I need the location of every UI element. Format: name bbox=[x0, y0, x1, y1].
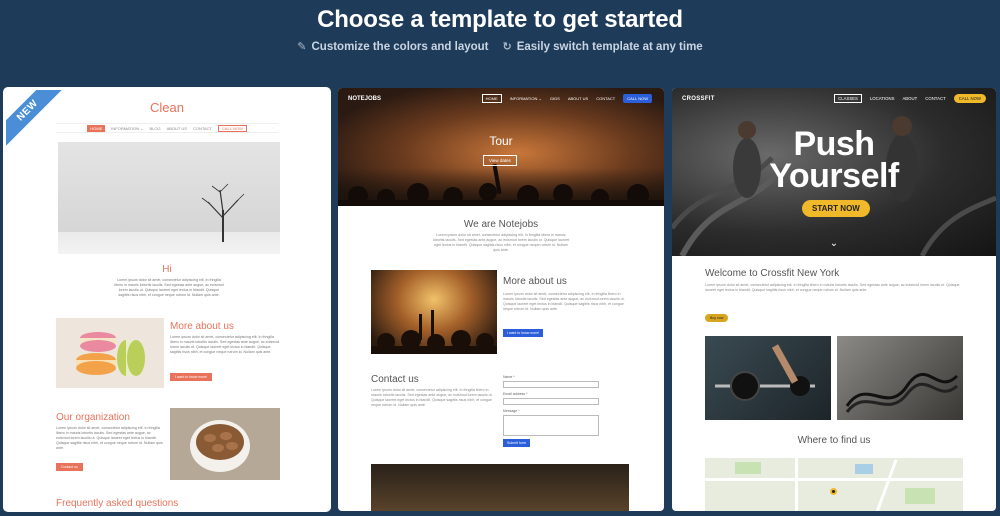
template-card-clean[interactable]: NEW Clean HOME INFORMATION ⌄ BLOG ABOUT … bbox=[4, 88, 330, 511]
clean-nav-home: HOME bbox=[87, 124, 106, 132]
clean-brand: Clean bbox=[150, 100, 184, 115]
notejobs-hero-title: Tour bbox=[489, 134, 513, 148]
form-message-label: Message * bbox=[503, 409, 520, 413]
clean-org-button: Contact us bbox=[56, 463, 83, 471]
crossfit-buy-button: Buy now bbox=[705, 314, 729, 322]
template-card-notejobs[interactable]: NOTEJOBS HOME INFORMATION ⌄ GIGS ABOUT U… bbox=[338, 88, 664, 511]
form-email-field bbox=[503, 398, 599, 405]
crossfit-nav-classes: CLASSES bbox=[834, 94, 862, 103]
notejobs-nav-gigs: GIGS bbox=[549, 96, 560, 101]
notejobs-nav-contact: CONTACT bbox=[596, 96, 616, 101]
battle-ropes-image bbox=[837, 336, 963, 420]
notejobs-more-button: I want to know more! bbox=[503, 329, 544, 337]
clean-nav-call: CALL NOW bbox=[217, 124, 247, 132]
crossfit-logo: CROSSFIT bbox=[682, 96, 715, 102]
crossfit-nav-locations: LOCATIONS bbox=[869, 96, 895, 101]
feature-switch: ↻ Easily switch template at any time bbox=[502, 41, 703, 53]
feature-customize: ✎ Customize the colors and layout bbox=[297, 41, 489, 53]
form-name-field bbox=[503, 381, 599, 388]
clean-org-title: Our organization bbox=[56, 412, 130, 423]
clean-nav-blog: BLOG bbox=[149, 125, 161, 131]
notejobs-logo: NOTEJOBS bbox=[348, 96, 382, 102]
crossfit-welcome-title: Welcome to Crossfit New York bbox=[705, 268, 840, 279]
map-pin-icon bbox=[830, 488, 837, 495]
clean-hi-title: Hi bbox=[162, 264, 172, 275]
notejobs-nav-information: INFORMATION ⌄ bbox=[509, 96, 542, 101]
notejobs-more-text: Lorem ipsum dolor sit amet, consectetur … bbox=[503, 292, 625, 311]
template-card-crossfit[interactable]: CROSSFIT CLASSES LOCATIONS ABOUT CONTACT… bbox=[672, 88, 996, 511]
crossfit-nav: CLASSES LOCATIONS ABOUT CONTACT CALL NOW bbox=[834, 94, 986, 103]
feature-line: ✎ Customize the colors and layout ↻ Easily… bbox=[0, 40, 1000, 53]
notejobs-we-title: We are Notejobs bbox=[463, 219, 539, 230]
crossfit-welcome-text: Lorem ipsum dolor sit amet, consectetur … bbox=[705, 283, 960, 292]
clean-more-text: Lorem ipsum dolor sit amet, consectetur … bbox=[170, 335, 280, 354]
crossfit-nav-call: CALL NOW bbox=[953, 94, 986, 103]
sync-icon: ↻ bbox=[502, 41, 512, 53]
page-header: Choose a template to get started ✎ Custom… bbox=[0, 0, 1000, 88]
crossfit-hero-title: Push Yourself bbox=[769, 125, 899, 195]
form-message-field bbox=[503, 415, 599, 436]
pencil-icon: ✎ bbox=[297, 41, 307, 53]
notejobs-contact-title: Contact us bbox=[371, 374, 419, 385]
crossfit-nav-about: ABOUT bbox=[902, 96, 918, 101]
chevron-down-icon: ⌄ bbox=[829, 238, 839, 249]
notejobs-nav: HOME INFORMATION ⌄ GIGS ABOUT US CONTACT… bbox=[481, 94, 652, 103]
notejobs-we-text: Lorem ipsum dolor sit amet, consectetur … bbox=[432, 233, 570, 252]
notejobs-contact-text: Lorem ipsum dolor sit amet, consectetur … bbox=[371, 388, 493, 407]
notejobs-nav-home: HOME bbox=[481, 94, 502, 103]
notejobs-hero-button: View dates bbox=[483, 155, 517, 166]
clean-more-title: More about us bbox=[170, 321, 234, 332]
clean-hero-image bbox=[58, 142, 280, 254]
macarons-image bbox=[56, 318, 164, 388]
crossfit-find-title: Where to find us bbox=[797, 435, 871, 446]
concert-image bbox=[371, 270, 497, 354]
clean-nav: HOME INFORMATION ⌄ BLOG ABOUT US CONTACT… bbox=[56, 123, 278, 133]
notejobs-more-title: More about us bbox=[503, 276, 567, 287]
form-submit-button: Submit form bbox=[503, 439, 530, 447]
crossfit-nav-contact: CONTACT bbox=[925, 96, 946, 101]
clean-faq-title: Frequently asked questions bbox=[56, 498, 179, 509]
clean-more-button: I want to know more! bbox=[170, 373, 213, 381]
notejobs-nav-about: ABOUT US bbox=[567, 96, 589, 101]
clean-hi-text: Lorem ipsum dolor sit amet, consectetur … bbox=[114, 278, 224, 297]
crossfit-start-button: START NOW bbox=[802, 200, 870, 217]
map-widget bbox=[705, 458, 963, 511]
page-title: Choose a template to get started bbox=[317, 6, 683, 33]
form-email-label: Email address * bbox=[503, 392, 528, 396]
notejobs-nav-call: CALL NOW bbox=[623, 94, 652, 103]
notejobs-bottom-image bbox=[371, 464, 629, 511]
barbell-image bbox=[705, 336, 831, 420]
clean-nav-about: ABOUT US bbox=[166, 125, 187, 131]
clean-nav-contact: CONTACT bbox=[192, 125, 212, 131]
clean-org-text: Lorem ipsum dolor sit amet, consectetur … bbox=[56, 426, 163, 450]
almonds-image bbox=[170, 408, 280, 480]
clean-nav-information: INFORMATION ⌄ bbox=[111, 125, 144, 131]
form-name-label: Name * bbox=[503, 375, 515, 379]
tree-illustration bbox=[201, 183, 245, 242]
